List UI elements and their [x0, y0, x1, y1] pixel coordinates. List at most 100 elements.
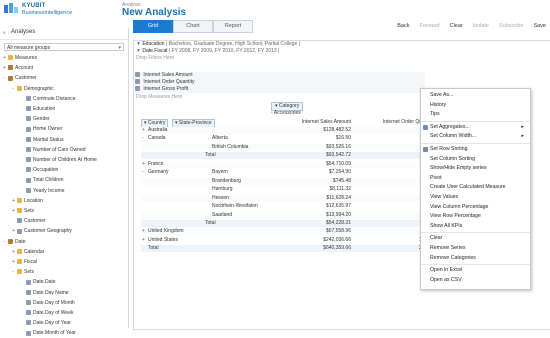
menu-item-show-all-kpis[interactable]: Show All KPIs	[430, 222, 526, 231]
expand-icon[interactable]: +	[142, 161, 145, 168]
menu-item-label: Set Aggregates...	[430, 123, 470, 130]
sales-cell: $93,542.72	[325, 152, 351, 159]
menu-item-set-column-sorting[interactable]: Set Column Sorting	[430, 155, 526, 164]
measure-item[interactable]: Internet Sales Amount	[135, 72, 425, 79]
tree-item[interactable]: Home Owner	[21, 125, 62, 134]
column-member[interactable]: - Accessories	[271, 110, 301, 117]
row-dimension-label: Country	[147, 120, 166, 126]
page-title: New Analysis	[122, 7, 187, 18]
column-member-label: Accessories	[273, 110, 301, 116]
menu-item-open-as-csv[interactable]: Open as CSV	[430, 276, 526, 285]
measure-item[interactable]: Internet Order Quantity	[135, 79, 425, 86]
sales-cell: $16.50	[335, 135, 351, 142]
folder-icon	[17, 259, 22, 265]
state-cell: Alberta	[212, 135, 228, 142]
menu-divider	[421, 143, 530, 144]
state-cell: Hamburg	[212, 186, 233, 193]
tree-item[interactable]: Number of Children At Home	[21, 156, 97, 165]
tree-item[interactable]: Gender	[21, 115, 50, 124]
menu-item-show-hide-empty-series[interactable]: Show/Hide Empty series	[430, 164, 526, 173]
menu-item-remove-series[interactable]: Remove Series	[430, 244, 526, 253]
attribute-icon	[26, 106, 31, 112]
tree-item[interactable]: Date.Day of Year	[21, 319, 71, 328]
menu-item-label: Open in Excel	[430, 267, 463, 274]
menu-item-open-in-excel[interactable]: Open in Excel	[430, 266, 526, 275]
menu-item-create-user-calculated-measure[interactable]: Create User Calculated Measure	[430, 183, 526, 192]
measure-group-select[interactable]: All measure groups ▾	[4, 43, 124, 51]
menu-item-save-as[interactable]: Save As...	[430, 91, 526, 100]
clear-button[interactable]: Clear	[450, 23, 463, 29]
filter-icon: ▼	[136, 48, 141, 54]
menu-item-remove-categories[interactable]: Remove Categories	[430, 254, 526, 263]
tree-item[interactable]: Date.Month of Year	[21, 329, 76, 338]
filter-education[interactable]: ▼ Education | Bachelors, Graduate Degree…	[136, 41, 300, 48]
tree-item[interactable]: Total Children	[21, 176, 64, 185]
menu-item-set-aggregates[interactable]: Set Aggregates... ▸	[423, 123, 526, 132]
tree-item[interactable]: Date.Date	[21, 278, 56, 287]
expand-icon[interactable]: +	[142, 127, 145, 134]
menu-item-label: Open as CSV	[430, 276, 462, 283]
toolbar-actions: Back Forward Clear Isolate Subscribe Sav…	[397, 23, 546, 29]
subscribe-button[interactable]: Subscribe	[499, 23, 523, 29]
tree-item[interactable]: Date.Day of Week	[21, 309, 73, 318]
tree-item[interactable]: Number of Cars Owned	[21, 146, 86, 155]
left-panel-header: « Analyses	[0, 28, 128, 40]
tree-item[interactable]: + Calendar	[12, 248, 44, 257]
tree-item[interactable]: Date.Day of Month	[21, 299, 75, 308]
collapse-panel-icon[interactable]: «	[3, 30, 6, 36]
measure-icon	[135, 79, 140, 85]
filter-values: Bachelors, Graduate Degree, High School,…	[168, 41, 298, 47]
drop-measures-zone[interactable]: Drop Measures Here	[136, 94, 182, 101]
forward-button[interactable]: Forward	[419, 23, 439, 29]
tree-item[interactable]: + Fiscal	[12, 258, 37, 267]
save-button[interactable]: Save	[533, 23, 546, 29]
tree-item[interactable]: - Demographic	[12, 85, 54, 94]
menu-item-view-column-percentage[interactable]: View Column Percentage	[430, 203, 526, 212]
tree-item[interactable]: + Location	[12, 197, 43, 206]
expand-icon[interactable]: +	[142, 237, 145, 244]
menu-item-history[interactable]: History	[430, 101, 526, 110]
menu-item-label: Clear	[430, 235, 443, 242]
collapse-icon[interactable]: -	[142, 135, 144, 142]
menu-item-pivot[interactable]: Pivot	[430, 174, 526, 183]
attribute-icon	[26, 330, 31, 336]
tree-item[interactable]: - Date	[3, 238, 26, 247]
menu-item-view-values[interactable]: View Values	[430, 193, 526, 202]
tree-item[interactable]: - Customer	[3, 74, 37, 83]
tree-item[interactable]: Customer	[12, 217, 46, 226]
menu-item-view-row-percentage[interactable]: View Row Percentage	[430, 212, 526, 221]
tree-item[interactable]: Marital Status	[21, 136, 64, 145]
tab-grid[interactable]: Grid	[133, 20, 173, 33]
measure-header[interactable]: Internet Sales Amount	[279, 119, 351, 126]
back-button[interactable]: Back	[397, 23, 409, 29]
measure-item[interactable]: Internet Gross Profit	[135, 86, 425, 93]
tree-item[interactable]: Education	[21, 105, 55, 114]
tree-item[interactable]: Occupation	[21, 166, 58, 175]
tree-item[interactable]: Date.Day Name	[21, 289, 69, 298]
tab-report[interactable]: Report	[213, 20, 253, 33]
menu-item-set-row-sorting[interactable]: Set Row Sorting	[423, 145, 526, 154]
isolate-button[interactable]: Isolate	[473, 23, 489, 29]
tree-item[interactable]: + Sets	[12, 207, 34, 216]
menu-item-clear[interactable]: Clear	[430, 234, 526, 243]
sales-cell: $54,228.31	[325, 219, 351, 226]
filter-date-fiscal[interactable]: ▼ Date.Fiscal | FY 2008, FY 2009, FY 201…	[136, 48, 279, 55]
tree-item[interactable]: - Sets	[12, 268, 34, 277]
menu-item-icon	[423, 147, 428, 152]
tree-item[interactable]: + Measures	[3, 54, 37, 63]
country-cell: Australia	[148, 127, 168, 133]
menu-item-set-column-width[interactable]: Set Column Width... ▸	[430, 132, 526, 141]
expand-icon[interactable]: +	[142, 228, 145, 235]
tree-item[interactable]: + Customer Geography	[12, 227, 72, 236]
menu-item-label: Remove Series	[430, 245, 466, 251]
tree-item-label: Marital Status	[33, 136, 64, 143]
dimension-icon	[8, 238, 13, 244]
dimension-icon	[8, 75, 13, 81]
menu-item-tips[interactable]: Tips	[430, 110, 526, 119]
drop-filters-zone[interactable]: Drop Filters Here	[136, 55, 174, 62]
collapse-icon[interactable]: -	[142, 169, 144, 176]
tab-chart[interactable]: Chart	[173, 20, 213, 33]
tree-item[interactable]: + Account	[3, 64, 33, 73]
tree-item[interactable]: Yearly Income	[21, 187, 65, 196]
tree-item[interactable]: Commute Distance	[21, 95, 76, 104]
